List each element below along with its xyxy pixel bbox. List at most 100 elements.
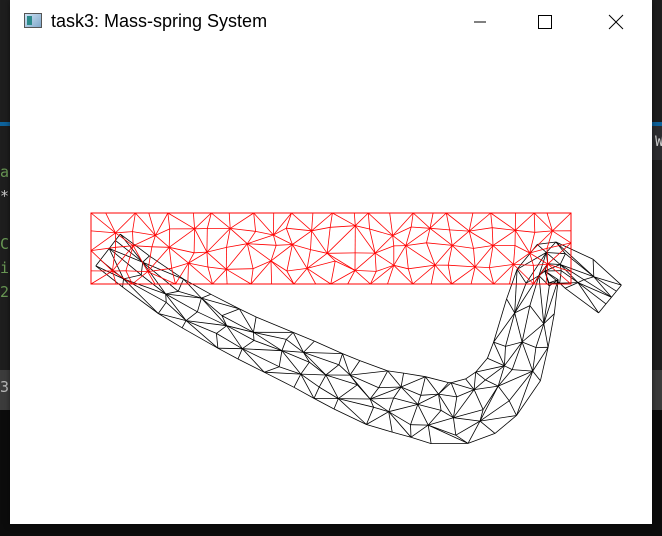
spring-edge (451, 245, 476, 268)
spring-edge (473, 389, 484, 410)
spring-edge (451, 230, 470, 246)
spring-edge (450, 382, 458, 398)
spring-edge (303, 352, 327, 376)
title-bar[interactable]: task3: Mass-spring System (10, 0, 652, 44)
spring-edge (147, 271, 176, 285)
spring-edge (543, 285, 550, 324)
spring-edge (388, 411, 412, 438)
render-viewport[interactable] (10, 44, 652, 524)
spring-edge (242, 340, 255, 350)
spring-edge (286, 268, 308, 272)
spring-edge (165, 293, 187, 321)
spring-edge (228, 212, 231, 229)
spring-edge (338, 398, 374, 408)
app-window-icon[interactable] (24, 13, 42, 28)
spring-edge (226, 243, 248, 248)
spring-edge (306, 268, 332, 285)
spring-edge (446, 212, 470, 232)
spring-edge (185, 320, 219, 349)
spring-edge (529, 232, 536, 254)
spring-edge (429, 227, 450, 231)
spring-edge (521, 341, 534, 372)
spring-edge (392, 235, 407, 246)
minimize-button[interactable] (456, 0, 504, 44)
spring-edge (90, 270, 113, 285)
spring-edge (246, 231, 256, 244)
spring-edge (250, 260, 272, 285)
spring-edge (400, 376, 426, 388)
spring-edge (177, 278, 184, 292)
spring-edge (197, 297, 202, 312)
spring-edge (165, 293, 198, 313)
spring-edge (132, 231, 156, 236)
spring-edge (373, 406, 389, 413)
spring-edge (493, 298, 507, 343)
spring-edge (171, 268, 176, 285)
spring-edge (253, 316, 257, 333)
spring-edge (378, 370, 389, 388)
spring-edge (434, 245, 453, 266)
spring-edge (417, 404, 442, 411)
spring-edge (226, 325, 255, 341)
spring-edge (508, 400, 517, 416)
spring-edge (281, 339, 287, 351)
spring-edge (492, 245, 514, 265)
spring-edge (167, 212, 171, 229)
spring-edge (194, 212, 212, 230)
spring-edge (311, 230, 328, 254)
spring-edge (237, 358, 265, 373)
spring-edge (559, 264, 579, 283)
spring-edge (417, 404, 429, 426)
spring-edge (306, 249, 311, 269)
spring-edge (389, 212, 394, 236)
spring-edge (335, 260, 356, 271)
spring-edge (313, 398, 335, 410)
spring-edge (349, 374, 371, 400)
background-right-char: W (655, 134, 662, 150)
spring-edge (201, 297, 227, 326)
spring-edge (537, 244, 547, 253)
close-button[interactable] (592, 0, 640, 44)
spring-edge (410, 424, 412, 438)
spring-edge (392, 235, 395, 246)
spring-edge (311, 212, 333, 232)
spring-edge (237, 348, 243, 360)
spring-edge (225, 269, 228, 285)
mass-spring-scene[interactable] (10, 44, 652, 524)
spring-edge (490, 212, 493, 228)
spring-edge (122, 278, 124, 288)
spring-edge (273, 227, 287, 236)
spring-edge (330, 260, 336, 285)
spring-edge (426, 242, 453, 246)
spring-edge (533, 212, 536, 233)
spring-edge (216, 333, 219, 349)
spring-edge (229, 228, 248, 244)
spring-edge (165, 293, 167, 303)
spring-edge (314, 340, 343, 354)
spring-edge (583, 279, 612, 298)
spring-edge (387, 370, 402, 388)
spring-edge (292, 230, 312, 245)
spring-edge (475, 371, 486, 381)
spring-edge (155, 235, 170, 248)
spring-edge (100, 248, 110, 261)
maximize-button[interactable] (521, 0, 569, 44)
spring-edge (487, 341, 494, 359)
spring-edge (188, 262, 208, 268)
spring-edge (123, 278, 166, 295)
spring-edge (467, 433, 496, 444)
spring-edge (207, 266, 213, 285)
spring-edge (489, 264, 514, 268)
spring-edge (193, 228, 195, 253)
spring-edge (286, 339, 304, 353)
spring-edge (534, 230, 553, 233)
spring-edge (475, 266, 490, 268)
spring-edge (332, 212, 356, 227)
spring-edge (370, 397, 394, 400)
spring-edge (325, 364, 340, 376)
spring-edge (468, 230, 494, 246)
spring-edge (292, 332, 304, 353)
spring-edge (291, 212, 312, 232)
spring-edge (155, 212, 169, 236)
spring-edge (318, 374, 327, 388)
